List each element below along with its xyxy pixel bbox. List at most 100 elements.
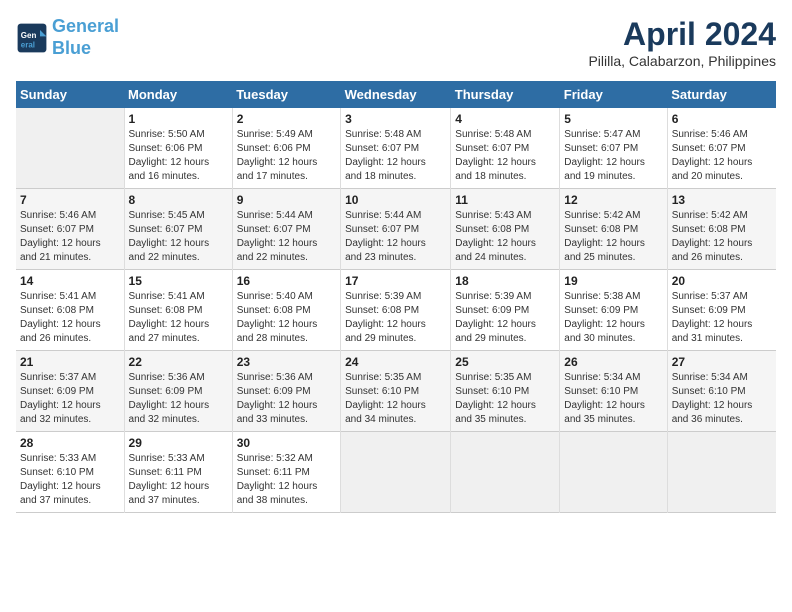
calendar-cell: 19 Sunrise: 5:38 AM Sunset: 6:09 PM Dayli…	[560, 270, 667, 351]
day-number: 4	[455, 112, 555, 126]
calendar-cell: 7Sunrise: 5:46 AM Sunset: 6:07 PM Daylig…	[16, 189, 124, 270]
calendar-week-5: 28 Sunrise: 5:33 AM Sunset: 6:10 PM Dayli…	[16, 432, 776, 513]
day-info: Sunrise: 5:39 AM Sunset: 6:09 PM Dayligh…	[455, 290, 555, 346]
month-title: April 2024	[588, 16, 776, 53]
day-info: Sunrise: 5:34 AM Sunset: 6:10 PM Dayligh…	[564, 371, 662, 427]
calendar-cell: 15Sunrise: 5:41 AM Sunset: 6:08 PM Dayli…	[124, 270, 232, 351]
day-info: Sunrise: 5:50 AM Sunset: 6:06 PM Dayligh…	[129, 128, 228, 184]
day-number: 28	[20, 436, 120, 450]
day-number: 5	[564, 112, 662, 126]
day-info: Sunrise: 5:43 AM Sunset: 6:08 PM Dayligh…	[455, 209, 555, 265]
calendar-cell: 26 Sunrise: 5:34 AM Sunset: 6:10 PM Dayli…	[560, 351, 667, 432]
day-info: Sunrise: 5:35 AM Sunset: 6:10 PM Dayligh…	[455, 371, 555, 427]
day-number: 29	[129, 436, 228, 450]
calendar-cell: 12 Sunrise: 5:42 AM Sunset: 6:08 PM Dayli…	[560, 189, 667, 270]
day-info: Sunrise: 5:44 AM Sunset: 6:07 PM Dayligh…	[345, 209, 446, 265]
day-info: Sunrise: 5:33 AM Sunset: 6:10 PM Dayligh…	[20, 452, 120, 508]
calendar-week-3: 14 Sunrise: 5:41 AM Sunset: 6:08 PM Dayli…	[16, 270, 776, 351]
day-info: Sunrise: 5:37 AM Sunset: 6:09 PM Dayligh…	[672, 290, 772, 346]
calendar-week-4: 21 Sunrise: 5:37 AM Sunset: 6:09 PM Dayli…	[16, 351, 776, 432]
calendar-week-2: 7Sunrise: 5:46 AM Sunset: 6:07 PM Daylig…	[16, 189, 776, 270]
day-info: Sunrise: 5:45 AM Sunset: 6:07 PM Dayligh…	[129, 209, 228, 265]
calendar-cell: 5Sunrise: 5:47 AM Sunset: 6:07 PM Daylig…	[560, 108, 667, 189]
logo-icon: Gen eral	[16, 22, 48, 54]
calendar-cell: 27 Sunrise: 5:34 AM Sunset: 6:10 PM Dayli…	[667, 351, 776, 432]
day-info: Sunrise: 5:41 AM Sunset: 6:08 PM Dayligh…	[20, 290, 120, 346]
day-info: Sunrise: 5:36 AM Sunset: 6:09 PM Dayligh…	[237, 371, 336, 427]
weekday-header-wednesday: Wednesday	[341, 81, 451, 108]
day-number: 18	[455, 274, 555, 288]
page-header: Gen eral GeneralBlue April 2024 Pililla,…	[16, 16, 776, 69]
day-number: 8	[129, 193, 228, 207]
calendar-cell: 21 Sunrise: 5:37 AM Sunset: 6:09 PM Dayli…	[16, 351, 124, 432]
day-number: 27	[672, 355, 772, 369]
day-number: 21	[20, 355, 120, 369]
calendar-cell: 22 Sunrise: 5:36 AM Sunset: 6:09 PM Dayli…	[124, 351, 232, 432]
weekday-header-thursday: Thursday	[451, 81, 560, 108]
day-number: 26	[564, 355, 662, 369]
day-number: 24	[345, 355, 446, 369]
day-info: Sunrise: 5:37 AM Sunset: 6:09 PM Dayligh…	[20, 371, 120, 427]
calendar-cell: 8 Sunrise: 5:45 AM Sunset: 6:07 PM Daylig…	[124, 189, 232, 270]
calendar-cell	[16, 108, 124, 189]
weekday-header-sunday: Sunday	[16, 81, 124, 108]
day-info: Sunrise: 5:34 AM Sunset: 6:10 PM Dayligh…	[672, 371, 772, 427]
day-number: 10	[345, 193, 446, 207]
weekday-header-saturday: Saturday	[667, 81, 776, 108]
calendar-cell: 30Sunrise: 5:32 AM Sunset: 6:11 PM Dayli…	[232, 432, 340, 513]
day-info: Sunrise: 5:32 AM Sunset: 6:11 PM Dayligh…	[237, 452, 336, 508]
calendar-cell: 29 Sunrise: 5:33 AM Sunset: 6:11 PM Dayli…	[124, 432, 232, 513]
day-number: 1	[129, 112, 228, 126]
calendar-cell: 17 Sunrise: 5:39 AM Sunset: 6:08 PM Dayli…	[341, 270, 451, 351]
day-number: 19	[564, 274, 662, 288]
calendar-cell: 10 Sunrise: 5:44 AM Sunset: 6:07 PM Dayli…	[341, 189, 451, 270]
svg-text:Gen: Gen	[21, 31, 37, 40]
calendar-cell: 3 Sunrise: 5:48 AM Sunset: 6:07 PM Daylig…	[341, 108, 451, 189]
day-number: 20	[672, 274, 772, 288]
calendar-cell: 6 Sunrise: 5:46 AM Sunset: 6:07 PM Daylig…	[667, 108, 776, 189]
calendar-cell: 1 Sunrise: 5:50 AM Sunset: 6:06 PM Daylig…	[124, 108, 232, 189]
day-info: Sunrise: 5:33 AM Sunset: 6:11 PM Dayligh…	[129, 452, 228, 508]
calendar-cell	[341, 432, 451, 513]
logo: Gen eral GeneralBlue	[16, 16, 119, 59]
day-number: 23	[237, 355, 336, 369]
day-info: Sunrise: 5:48 AM Sunset: 6:07 PM Dayligh…	[345, 128, 446, 184]
calendar-cell	[667, 432, 776, 513]
day-info: Sunrise: 5:42 AM Sunset: 6:08 PM Dayligh…	[564, 209, 662, 265]
calendar-cell: 11 Sunrise: 5:43 AM Sunset: 6:08 PM Dayli…	[451, 189, 560, 270]
day-number: 6	[672, 112, 772, 126]
day-number: 3	[345, 112, 446, 126]
day-number: 2	[237, 112, 336, 126]
day-number: 11	[455, 193, 555, 207]
day-number: 12	[564, 193, 662, 207]
day-info: Sunrise: 5:41 AM Sunset: 6:08 PM Dayligh…	[129, 290, 228, 346]
day-number: 14	[20, 274, 120, 288]
logo-text: GeneralBlue	[52, 16, 119, 59]
day-info: Sunrise: 5:36 AM Sunset: 6:09 PM Dayligh…	[129, 371, 228, 427]
calendar-cell: 14 Sunrise: 5:41 AM Sunset: 6:08 PM Dayli…	[16, 270, 124, 351]
day-info: Sunrise: 5:38 AM Sunset: 6:09 PM Dayligh…	[564, 290, 662, 346]
calendar-cell: 24 Sunrise: 5:35 AM Sunset: 6:10 PM Dayli…	[341, 351, 451, 432]
calendar-table: SundayMondayTuesdayWednesdayThursdayFrid…	[16, 81, 776, 513]
day-number: 9	[237, 193, 336, 207]
calendar-cell: 20 Sunrise: 5:37 AM Sunset: 6:09 PM Dayli…	[667, 270, 776, 351]
day-info: Sunrise: 5:46 AM Sunset: 6:07 PM Dayligh…	[672, 128, 772, 184]
day-info: Sunrise: 5:39 AM Sunset: 6:08 PM Dayligh…	[345, 290, 446, 346]
calendar-cell	[560, 432, 667, 513]
calendar-cell: 9Sunrise: 5:44 AM Sunset: 6:07 PM Daylig…	[232, 189, 340, 270]
title-block: April 2024 Pililla, Calabarzon, Philippi…	[588, 16, 776, 69]
day-number: 16	[237, 274, 336, 288]
day-number: 17	[345, 274, 446, 288]
calendar-header: SundayMondayTuesdayWednesdayThursdayFrid…	[16, 81, 776, 108]
location-subtitle: Pililla, Calabarzon, Philippines	[588, 53, 776, 69]
day-number: 13	[672, 193, 772, 207]
day-info: Sunrise: 5:40 AM Sunset: 6:08 PM Dayligh…	[237, 290, 336, 346]
calendar-week-1: 1 Sunrise: 5:50 AM Sunset: 6:06 PM Daylig…	[16, 108, 776, 189]
day-info: Sunrise: 5:35 AM Sunset: 6:10 PM Dayligh…	[345, 371, 446, 427]
day-number: 22	[129, 355, 228, 369]
calendar-cell: 28 Sunrise: 5:33 AM Sunset: 6:10 PM Dayli…	[16, 432, 124, 513]
day-info: Sunrise: 5:48 AM Sunset: 6:07 PM Dayligh…	[455, 128, 555, 184]
weekday-header-monday: Monday	[124, 81, 232, 108]
calendar-cell: 13Sunrise: 5:42 AM Sunset: 6:08 PM Dayli…	[667, 189, 776, 270]
calendar-cell: 25Sunrise: 5:35 AM Sunset: 6:10 PM Dayli…	[451, 351, 560, 432]
